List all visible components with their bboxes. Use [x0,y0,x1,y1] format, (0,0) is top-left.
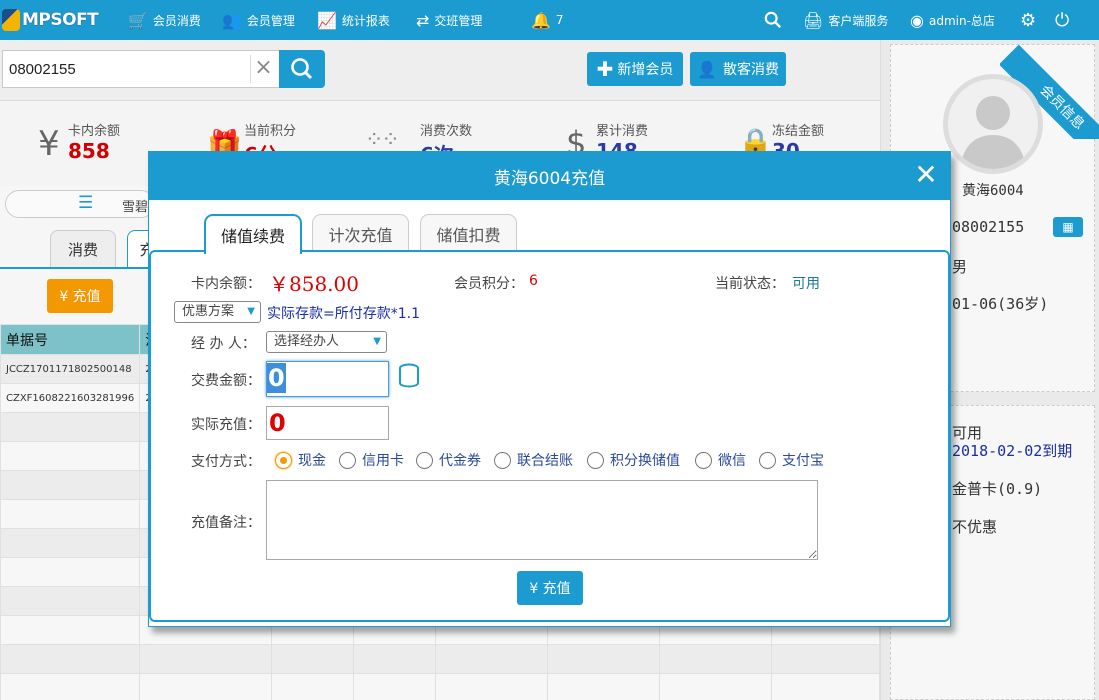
dialog-header: 黄海6004充值 ✕ [149,152,950,200]
member-search-input[interactable] [3,51,243,87]
notifications[interactable]: 🔔 7 [531,0,564,40]
discount-plan-select[interactable]: 优惠方案 ▼ [174,301,261,323]
radio-icon [695,451,712,469]
actual-amount-label: 实际充值： [191,417,261,433]
nav-member-consume[interactable]: 🛒 会员消费 [128,0,201,40]
pay-method-alipay[interactable]: 支付宝 [759,450,824,470]
member-gender: 男 [952,258,968,276]
plus-icon: ✚ [596,57,614,81]
app-logo[interactable]: MPSOFT [2,7,99,33]
close-icon[interactable]: ✕ [914,161,938,189]
pay-method-voucher[interactable]: 代金券 [416,450,481,470]
dialog-title: 黄海6004充值 [493,168,606,189]
search-button[interactable] [279,50,325,88]
status-label: 当前状态： [715,276,785,292]
member-name: 黄海6004 [962,183,1024,199]
member-search-box: × [2,50,280,88]
note-label: 充值备注： [191,515,261,531]
nav-reports[interactable]: 📈 统计报表 [317,0,390,40]
search-toggle[interactable] [764,0,782,40]
nav-member-manage[interactable]: 👥 会员管理 [222,0,295,40]
pay-method-label: 支付方式： [191,454,261,470]
radio-icon [339,451,356,469]
tab-count-recharge[interactable]: 计次充值 [312,214,409,252]
user-silhouette-icon [960,96,1026,169]
plan-formula: 实际存款=所付存款*1.1 [267,306,420,322]
clear-icon[interactable]: × [250,55,276,83]
card-expire: 2018-02-02到期 [952,442,1073,460]
logout-button[interactable]: ⏻ [1055,0,1074,40]
settings-button[interactable]: ⚙ [1020,0,1041,40]
walkin-consume-button[interactable]: 👤 散客消费 [690,52,786,86]
pay-method-credit-card[interactable]: 信用卡 [339,450,404,470]
nav-shift-manage[interactable]: ⇄ 交班管理 [416,0,482,40]
agent-label: 经 办 人： [191,336,256,352]
logo-text: MPSOFT [22,10,99,30]
search-icon [291,58,313,80]
radio-icon [587,451,604,469]
points-label: 会员积分： [454,276,524,292]
coins-icon[interactable] [399,363,419,391]
member-card-no: 08002155 [952,218,1025,236]
actual-amount-field: 0 [266,406,389,440]
recharge-open-button[interactable]: ¥ 充值 [47,279,113,313]
stat-yen-icon: ¥ [38,124,60,164]
bell-icon: 🔔 [531,10,551,30]
recharge-dialog: 黄海6004充值 ✕ 储值续费 计次充值 储值扣费 卡内余额： ￥858.00 … [148,151,951,627]
top-nav-bar: MPSOFT 🛒 会员消费 👥 会员管理 📈 统计报表 ⇄ 交班管理 🔔 7 🖨… [0,0,1099,40]
radio-checked-icon [275,451,292,469]
chevron-down-icon: ▼ [373,336,381,347]
pay-method-points[interactable]: 积分换储值 [587,450,680,470]
member-birthday: 01-06(36岁) [952,295,1049,313]
search-icon [764,11,782,29]
user-circle-icon: ◉ [910,10,924,30]
exchange-icon: ⇄ [416,10,430,30]
avatar[interactable] [943,74,1043,174]
balance-label: 卡内余额： [191,276,261,292]
gear-icon: ⚙ [1020,9,1037,31]
tab-stored-value[interactable]: 储值续费 [204,214,302,254]
logo-mark-icon [2,9,20,31]
users-icon: 👥 [222,10,242,30]
cart-icon: 🛒 [128,10,148,30]
col-bill-no: 单据号 [0,324,141,355]
chevron-down-icon: ▼ [247,306,255,317]
new-member-button[interactable]: ✚ 新增会员 [587,52,683,86]
balance-value: ￥858.00 [269,272,359,296]
status-value: 可用 [792,276,820,292]
pay-method-cash[interactable]: 现金 [275,450,326,470]
power-icon: ⏻ [1055,9,1070,31]
client-service-link[interactable]: 🖨 客户端服务 [803,0,888,40]
pay-amount-label: 交费金额： [191,373,261,389]
radio-icon [416,451,433,469]
stat-balance: 卡内余额 858 [68,124,121,163]
pay-method-wechat[interactable]: 微信 [695,450,746,470]
dots-icon: ⁘⁘ [365,128,400,153]
notification-count: 7 [555,13,564,27]
chart-line-icon: 📈 [317,10,337,30]
printer-icon: 🖨 [803,10,824,30]
product-filter-bar[interactable]: ☰ 雪碧 [5,190,155,218]
user-icon: 👤 [697,59,717,79]
user-menu[interactable]: ◉ admin-总店 [910,0,995,40]
tab-consume[interactable]: 消费 [50,230,116,268]
points-value: 6 [529,273,538,289]
recharge-submit-button[interactable]: ¥ 充值 [517,571,583,605]
radio-icon [759,451,776,469]
card-discount: 不优惠 [952,518,998,536]
agent-select[interactable]: 选择经办人 ▼ [266,331,387,353]
list-icon: ☰ [78,193,94,213]
tab-stored-deduct[interactable]: 储值扣费 [420,214,517,252]
card-detail-icon[interactable]: ▦ [1053,217,1083,237]
radio-icon [494,451,511,469]
note-textarea[interactable] [266,480,818,560]
card-level: 金普卡(0.9) [952,480,1043,498]
pay-method-combined[interactable]: 联合结账 [494,450,573,470]
pay-amount-input[interactable]: 0 [266,361,389,397]
